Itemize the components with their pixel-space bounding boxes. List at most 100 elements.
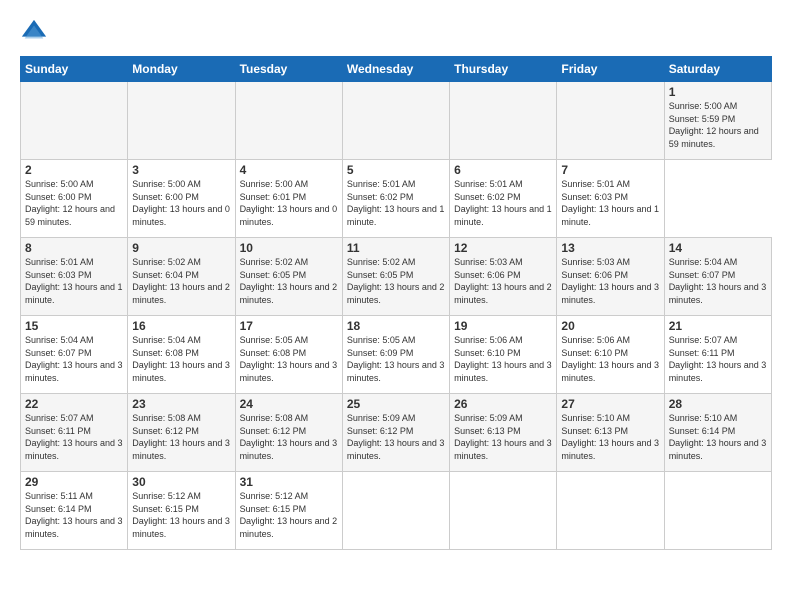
day-info: Sunrise: 5:12 AMSunset: 6:15 PMDaylight:… [132,490,230,540]
calendar-cell: 25Sunrise: 5:09 AMSunset: 6:12 PMDayligh… [342,394,449,472]
day-info: Sunrise: 5:06 AMSunset: 6:10 PMDaylight:… [454,334,552,384]
day-info: Sunrise: 5:01 AMSunset: 6:03 PMDaylight:… [25,256,123,306]
calendar-week-row: 8Sunrise: 5:01 AMSunset: 6:03 PMDaylight… [21,238,772,316]
calendar-cell: 31Sunrise: 5:12 AMSunset: 6:15 PMDayligh… [235,472,342,550]
calendar-cell: 13Sunrise: 5:03 AMSunset: 6:06 PMDayligh… [557,238,664,316]
day-number: 21 [669,319,767,333]
day-number: 30 [132,475,230,489]
day-number: 25 [347,397,445,411]
logo [20,18,52,46]
calendar-cell [450,82,557,160]
day-info: Sunrise: 5:02 AMSunset: 6:05 PMDaylight:… [347,256,445,306]
calendar-cell: 7Sunrise: 5:01 AMSunset: 6:03 PMDaylight… [557,160,664,238]
day-number: 16 [132,319,230,333]
calendar-cell: 30Sunrise: 5:12 AMSunset: 6:15 PMDayligh… [128,472,235,550]
calendar-cell: 28Sunrise: 5:10 AMSunset: 6:14 PMDayligh… [664,394,771,472]
calendar-week-row: 15Sunrise: 5:04 AMSunset: 6:07 PMDayligh… [21,316,772,394]
calendar-cell: 19Sunrise: 5:06 AMSunset: 6:10 PMDayligh… [450,316,557,394]
day-info: Sunrise: 5:11 AMSunset: 6:14 PMDaylight:… [25,490,123,540]
calendar-cell: 29Sunrise: 5:11 AMSunset: 6:14 PMDayligh… [21,472,128,550]
day-number: 1 [669,85,767,99]
day-number: 7 [561,163,659,177]
calendar-cell [664,472,771,550]
day-info: Sunrise: 5:03 AMSunset: 6:06 PMDaylight:… [561,256,659,306]
calendar-cell: 14Sunrise: 5:04 AMSunset: 6:07 PMDayligh… [664,238,771,316]
day-number: 5 [347,163,445,177]
page: SundayMondayTuesdayWednesdayThursdayFrid… [0,0,792,612]
day-info: Sunrise: 5:03 AMSunset: 6:06 PMDaylight:… [454,256,552,306]
calendar-cell [128,82,235,160]
day-info: Sunrise: 5:04 AMSunset: 6:07 PMDaylight:… [25,334,123,384]
day-number: 13 [561,241,659,255]
header-cell-thursday: Thursday [450,57,557,82]
day-info: Sunrise: 5:04 AMSunset: 6:08 PMDaylight:… [132,334,230,384]
day-number: 15 [25,319,123,333]
header-cell-sunday: Sunday [21,57,128,82]
day-number: 2 [25,163,123,177]
day-number: 20 [561,319,659,333]
day-number: 24 [240,397,338,411]
day-number: 3 [132,163,230,177]
calendar-cell [342,472,449,550]
calendar-cell: 22Sunrise: 5:07 AMSunset: 6:11 PMDayligh… [21,394,128,472]
day-info: Sunrise: 5:01 AMSunset: 6:02 PMDaylight:… [347,178,445,228]
day-info: Sunrise: 5:05 AMSunset: 6:08 PMDaylight:… [240,334,338,384]
header-cell-tuesday: Tuesday [235,57,342,82]
day-info: Sunrise: 5:08 AMSunset: 6:12 PMDaylight:… [240,412,338,462]
calendar-cell: 1Sunrise: 5:00 AMSunset: 5:59 PMDaylight… [664,82,771,160]
day-info: Sunrise: 5:09 AMSunset: 6:12 PMDaylight:… [347,412,445,462]
day-number: 23 [132,397,230,411]
calendar-cell [450,472,557,550]
calendar-cell: 23Sunrise: 5:08 AMSunset: 6:12 PMDayligh… [128,394,235,472]
day-number: 31 [240,475,338,489]
header-cell-friday: Friday [557,57,664,82]
calendar-cell: 6Sunrise: 5:01 AMSunset: 6:02 PMDaylight… [450,160,557,238]
calendar-cell: 9Sunrise: 5:02 AMSunset: 6:04 PMDaylight… [128,238,235,316]
calendar-cell: 8Sunrise: 5:01 AMSunset: 6:03 PMDaylight… [21,238,128,316]
day-info: Sunrise: 5:07 AMSunset: 6:11 PMDaylight:… [25,412,123,462]
day-number: 19 [454,319,552,333]
day-number: 27 [561,397,659,411]
day-number: 22 [25,397,123,411]
day-info: Sunrise: 5:05 AMSunset: 6:09 PMDaylight:… [347,334,445,384]
day-number: 29 [25,475,123,489]
calendar-week-row: 1Sunrise: 5:00 AMSunset: 5:59 PMDaylight… [21,82,772,160]
day-number: 4 [240,163,338,177]
calendar-cell: 10Sunrise: 5:02 AMSunset: 6:05 PMDayligh… [235,238,342,316]
day-number: 9 [132,241,230,255]
calendar-cell: 15Sunrise: 5:04 AMSunset: 6:07 PMDayligh… [21,316,128,394]
calendar-cell: 26Sunrise: 5:09 AMSunset: 6:13 PMDayligh… [450,394,557,472]
day-number: 10 [240,241,338,255]
header [20,18,772,46]
calendar-cell: 27Sunrise: 5:10 AMSunset: 6:13 PMDayligh… [557,394,664,472]
calendar-cell: 17Sunrise: 5:05 AMSunset: 6:08 PMDayligh… [235,316,342,394]
day-number: 14 [669,241,767,255]
day-info: Sunrise: 5:00 AMSunset: 6:00 PMDaylight:… [25,178,123,228]
calendar-cell: 20Sunrise: 5:06 AMSunset: 6:10 PMDayligh… [557,316,664,394]
calendar-week-row: 22Sunrise: 5:07 AMSunset: 6:11 PMDayligh… [21,394,772,472]
day-number: 17 [240,319,338,333]
day-number: 18 [347,319,445,333]
day-info: Sunrise: 5:01 AMSunset: 6:02 PMDaylight:… [454,178,552,228]
day-number: 8 [25,241,123,255]
calendar-cell: 4Sunrise: 5:00 AMSunset: 6:01 PMDaylight… [235,160,342,238]
day-number: 28 [669,397,767,411]
calendar-cell: 24Sunrise: 5:08 AMSunset: 6:12 PMDayligh… [235,394,342,472]
day-number: 26 [454,397,552,411]
day-info: Sunrise: 5:02 AMSunset: 6:05 PMDaylight:… [240,256,338,306]
day-info: Sunrise: 5:10 AMSunset: 6:13 PMDaylight:… [561,412,659,462]
calendar-header-row: SundayMondayTuesdayWednesdayThursdayFrid… [21,57,772,82]
calendar-cell: 12Sunrise: 5:03 AMSunset: 6:06 PMDayligh… [450,238,557,316]
day-info: Sunrise: 5:00 AMSunset: 5:59 PMDaylight:… [669,100,767,150]
day-info: Sunrise: 5:04 AMSunset: 6:07 PMDaylight:… [669,256,767,306]
logo-icon [20,18,48,46]
calendar-table: SundayMondayTuesdayWednesdayThursdayFrid… [20,56,772,550]
calendar-cell [342,82,449,160]
day-info: Sunrise: 5:08 AMSunset: 6:12 PMDaylight:… [132,412,230,462]
day-info: Sunrise: 5:00 AMSunset: 6:00 PMDaylight:… [132,178,230,228]
day-info: Sunrise: 5:12 AMSunset: 6:15 PMDaylight:… [240,490,338,540]
header-cell-saturday: Saturday [664,57,771,82]
calendar-cell: 3Sunrise: 5:00 AMSunset: 6:00 PMDaylight… [128,160,235,238]
day-info: Sunrise: 5:10 AMSunset: 6:14 PMDaylight:… [669,412,767,462]
day-info: Sunrise: 5:09 AMSunset: 6:13 PMDaylight:… [454,412,552,462]
